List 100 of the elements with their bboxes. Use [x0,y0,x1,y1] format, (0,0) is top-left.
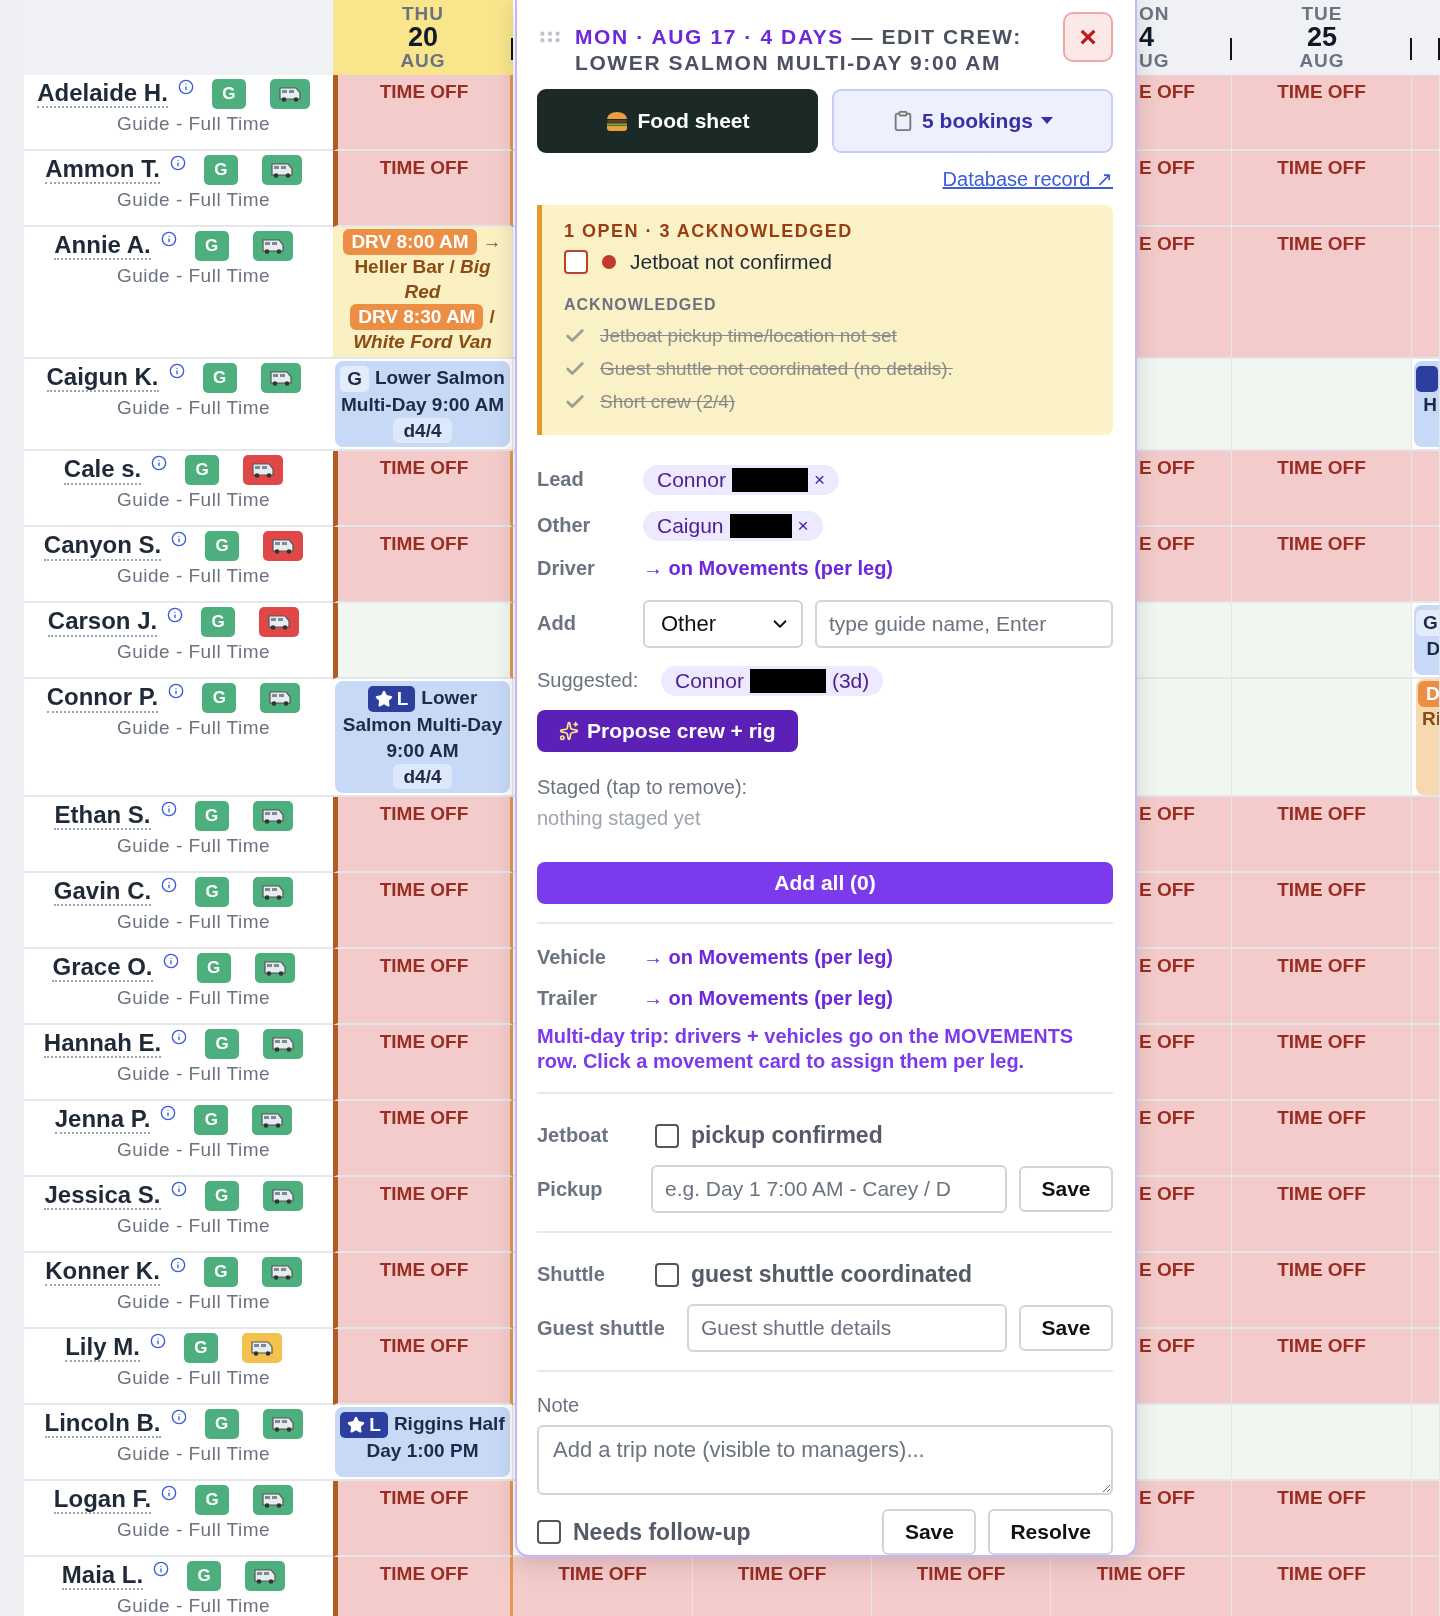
staff-name[interactable]: Jenna P. [54,1106,151,1135]
trip-card[interactable]: G D [1414,605,1439,676]
staff-name[interactable]: Ammon T. [45,155,160,185]
movements-link[interactable]: → on Movements (per leg) [643,987,894,1011]
time-off-label: TIME OFF [379,1107,469,1130]
trip-card[interactable]: G Lower Salmon Multi-Day 9:00 AM d4/4 [335,361,510,448]
guide-tag: G [201,607,236,638]
checkbox-label: guest shuttle coordinated [691,1261,973,1289]
drive-time: DRV 8:00 AM [343,229,477,255]
info-icon[interactable] [169,1257,186,1274]
guide-tag: G [194,801,229,832]
field-label: Guest shuttle [537,1316,666,1340]
staff-name[interactable]: Ethan S. [54,802,151,831]
staff-role: Guide - Full Time [116,397,271,420]
info-icon[interactable] [153,1561,170,1578]
staff-name[interactable]: Hannah E. [43,1030,162,1059]
staff-role: Guide - Full Time [116,489,271,512]
status-dot [602,254,616,269]
checkbox-label: pickup confirmed [691,1122,883,1150]
drive-card[interactable]: D Ri [1416,679,1439,796]
staff-name[interactable]: Lincoln B. [44,1410,161,1439]
info-icon[interactable] [171,1029,188,1046]
van-icon [276,85,303,103]
weekday: ON [1139,4,1170,24]
van-icon [267,369,294,388]
info-icon[interactable] [162,953,179,970]
footer-button[interactable]: Save [882,1509,977,1555]
trip-card[interactable]: H [1414,361,1439,448]
info-icon[interactable] [171,531,188,548]
staff-name[interactable]: Adelaide H. [37,79,168,109]
crew-chip[interactable]: Connor × [643,464,839,495]
info-icon[interactable] [167,607,184,624]
footer-button[interactable]: Resolve [988,1509,1113,1555]
van-icon [259,237,286,255]
info-icon[interactable] [151,455,168,472]
staff-name[interactable]: Canyon S. [43,532,162,561]
checkbox[interactable] [655,1262,679,1287]
staff-name[interactable]: Annie A. [54,231,151,261]
staff-name[interactable]: Grace O. [52,954,153,983]
staff-name[interactable]: Logan F. [53,1486,152,1515]
info-icon[interactable] [160,1105,177,1122]
note-field[interactable]: Add a trip note (visible to managers)... [537,1425,1113,1495]
staff-role: Guide - Full Time [116,113,271,135]
guide-name-field[interactable]: type guide name, Enter [815,599,1113,648]
time-off-label: TIME OFF [1277,1335,1366,1358]
info-icon[interactable] [168,363,185,380]
staff-name[interactable]: Caigun K. [46,363,159,393]
info-icon[interactable] [161,877,178,894]
info-icon[interactable] [160,231,177,247]
guide-tag: G [205,531,240,562]
staff-name[interactable]: Konner K. [45,1258,160,1287]
database-record-link[interactable]: Database record ↗ [942,166,1113,191]
save-button[interactable]: Save [1019,1166,1113,1213]
staff-role: Guide - Full Time [116,1595,271,1616]
time-off-label: E OFF [1139,457,1195,480]
bookings-button[interactable]: 5 bookings [832,88,1113,153]
checkbox[interactable] [655,1123,679,1148]
staff-name[interactable]: Cale s. [63,456,142,485]
drive-card[interactable]: DRV 8:00 AM → Heller Bar / Big Red DRV 8:30 AM / White Ford Van [333,227,512,358]
text-field[interactable]: Guest shuttle details [687,1304,1007,1353]
info-icon[interactable] [160,801,177,818]
day-count: d4/4 [393,763,452,790]
van-icon [268,161,295,179]
staff-role: Guide - Full Time [116,189,271,211]
crew-chip[interactable]: Caigun × [643,510,823,541]
staff-name[interactable]: Connor P. [46,684,159,713]
day-number: 25 [1306,23,1337,52]
info-icon[interactable] [177,79,194,95]
staff-name[interactable]: Carson J. [47,608,158,637]
checkbox[interactable] [564,249,588,274]
suggested-chip[interactable]: Connor (3d) [661,665,884,696]
staff-name[interactable]: Maia L. [61,1562,144,1591]
trip-card[interactable]: L Lower Salmon Multi-Day 9:00 AM d4/4 [335,681,510,794]
food-sheet-button[interactable]: Food sheet [537,88,818,153]
info-icon[interactable] [170,1181,187,1198]
info-icon[interactable] [169,155,186,171]
info-icon[interactable] [149,1333,166,1350]
info-icon[interactable] [168,683,185,700]
propose-crew-button[interactable]: Propose crew + rig [537,709,798,752]
add-all-button[interactable]: Add all (0) [537,861,1113,905]
close-button[interactable]: × [1063,12,1113,62]
remove-icon[interactable]: × [797,514,809,537]
movements-link[interactable]: → on Movements (per leg) [643,946,894,970]
role-select[interactable]: Other [643,599,803,648]
staff-name[interactable]: Lily M. [65,1334,140,1363]
save-button[interactable]: Save [1019,1305,1113,1352]
time-off-label: E OFF [1139,81,1195,103]
text-field[interactable]: e.g. Day 1 7:00 AM - Carey / D [651,1165,1007,1214]
acknowledged-issue: Jetboat pickup time/location not set [600,324,897,347]
info-icon[interactable] [161,1485,178,1502]
checkbox[interactable] [537,1520,561,1544]
remove-icon[interactable]: × [813,468,825,491]
redaction-block [729,513,792,538]
staff-name[interactable]: Gavin C. [53,878,152,907]
info-icon[interactable] [170,1409,187,1426]
guide-tag: G [204,1181,239,1212]
movements-link[interactable]: → on Movements (per leg) [643,556,894,580]
staff-name[interactable]: Jessica S. [44,1182,161,1211]
time-off-label: E OFF [1139,1183,1195,1206]
trip-card[interactable]: L Riggins Half Day 1:00 PM [335,1407,510,1478]
